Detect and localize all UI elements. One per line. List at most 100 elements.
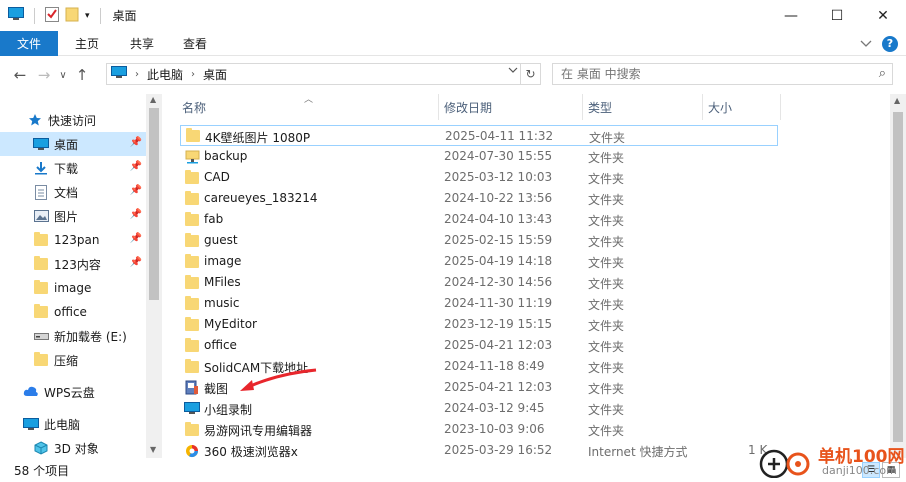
window-icon bbox=[8, 7, 24, 24]
column-divider[interactable] bbox=[582, 94, 583, 120]
nav-documents[interactable]: 文档 📌 bbox=[0, 180, 146, 204]
search-icon: ⌕ bbox=[878, 66, 886, 81]
scroll-up-icon[interactable]: ▲ bbox=[150, 95, 156, 104]
file-row[interactable]: backup 2024-07-30 15:55 文件夹 bbox=[180, 146, 778, 167]
folder-icon bbox=[184, 316, 200, 332]
search-input[interactable] bbox=[561, 67, 861, 81]
new-folder-icon[interactable] bbox=[65, 6, 79, 25]
breadcrumb-desktop[interactable]: 桌面 bbox=[203, 66, 227, 83]
file-row[interactable]: image 2025-04-19 14:18 文件夹 bbox=[180, 251, 778, 272]
nav-this-pc[interactable]: 此电脑 bbox=[0, 412, 146, 436]
nav-pictures[interactable]: 图片 📌 bbox=[0, 204, 146, 228]
column-divider[interactable] bbox=[780, 94, 781, 120]
file-date: 2024-07-30 15:55 bbox=[444, 149, 553, 163]
scroll-down-icon[interactable]: ▼ bbox=[150, 445, 156, 454]
folder-icon bbox=[184, 295, 200, 311]
file-date: 2025-04-21 12:03 bbox=[444, 338, 553, 352]
recent-locations-button[interactable]: ∨ bbox=[56, 70, 70, 81]
file-row[interactable]: 360 极速浏览器x 2025-03-29 16:52 Internet 快捷方… bbox=[180, 440, 778, 458]
nav-wps-cloud[interactable]: WPS云盘 bbox=[0, 380, 146, 404]
file-row[interactable]: 小组录制 2024-03-12 9:45 文件夹 bbox=[180, 398, 778, 419]
column-header-type[interactable]: 类型 bbox=[588, 94, 700, 120]
file-list-scrollbar[interactable]: ▲ bbox=[890, 94, 906, 458]
column-header-date[interactable]: 修改日期 bbox=[444, 94, 580, 120]
nav-image[interactable]: image bbox=[0, 276, 146, 300]
scrollbar-thumb[interactable] bbox=[149, 108, 159, 300]
nav-label: 3D 对象 bbox=[54, 441, 99, 456]
nav-quick-access[interactable]: 快速访问 bbox=[0, 108, 146, 132]
nav-compress[interactable]: 压缩 bbox=[0, 348, 146, 372]
nav-label: 123内容 bbox=[54, 257, 101, 272]
file-row[interactable]: MFiles 2024-12-30 14:56 文件夹 bbox=[180, 272, 778, 293]
file-row[interactable]: guest 2025-02-15 15:59 文件夹 bbox=[180, 230, 778, 251]
folder-icon bbox=[184, 169, 200, 185]
nav-123content[interactable]: 123内容 📌 bbox=[0, 252, 146, 276]
nav-label: 快速访问 bbox=[48, 113, 97, 128]
computer-icon bbox=[111, 66, 127, 82]
nav-desktop[interactable]: 桌面 📌 bbox=[0, 132, 146, 156]
forward-button[interactable]: → bbox=[32, 66, 56, 84]
maximize-button[interactable]: ☐ bbox=[814, 0, 860, 31]
address-dropdown-icon[interactable] bbox=[508, 66, 518, 77]
nav-office[interactable]: office bbox=[0, 300, 146, 324]
file-row[interactable]: fab 2024-04-10 13:43 文件夹 bbox=[180, 209, 778, 230]
nav-label: 压缩 bbox=[54, 353, 79, 368]
monitor-folder-icon bbox=[184, 402, 200, 416]
file-type: 文件夹 bbox=[588, 382, 625, 396]
file-row[interactable]: careueyes_183214 2024-10-22 13:56 文件夹 bbox=[180, 188, 778, 209]
column-header-size[interactable]: 大小 bbox=[708, 94, 778, 120]
nav-label: 新加载卷 (E:) bbox=[54, 329, 127, 344]
file-row[interactable]: MyEditor 2023-12-19 15:15 文件夹 bbox=[180, 314, 778, 335]
file-name: 截图 bbox=[204, 382, 229, 396]
folder-icon bbox=[184, 337, 200, 353]
chevron-down-icon[interactable] bbox=[860, 37, 872, 51]
nav-drive-e[interactable]: 新加载卷 (E:) bbox=[0, 324, 146, 348]
refresh-button[interactable]: ↻ bbox=[521, 63, 541, 85]
customize-toolbar-icon[interactable]: ▾ bbox=[85, 11, 90, 21]
desktop-icon bbox=[32, 136, 50, 152]
search-box[interactable]: ⌕ bbox=[552, 63, 893, 85]
nav-123pan[interactable]: 123pan 📌 bbox=[0, 228, 146, 252]
navigation-pane: 快速访问 桌面 📌 下载 📌 文档 📌 图片 📌 123pan 📌 123内容 … bbox=[0, 94, 162, 458]
file-row[interactable]: 4K壁纸图片 1080P 2025-04-11 11:32 文件夹 bbox=[180, 125, 778, 146]
file-row[interactable]: 易游网讯专用编辑器 2023-10-03 9:06 文件夹 bbox=[180, 419, 778, 440]
scroll-up-icon[interactable]: ▲ bbox=[894, 96, 900, 105]
address-bar[interactable]: › 此电脑 › 桌面 bbox=[106, 63, 521, 85]
file-name: 小组录制 bbox=[204, 403, 253, 417]
quick-access-toolbar: ▾ bbox=[0, 6, 105, 25]
file-list: 名称 ︿ 修改日期 类型 大小 4K壁纸图片 1080P 2025-04-11 … bbox=[170, 94, 890, 458]
file-date: 2025-03-12 10:03 bbox=[444, 170, 553, 184]
nav-downloads[interactable]: 下载 📌 bbox=[0, 156, 146, 180]
tab-file[interactable]: 文件 bbox=[0, 30, 58, 56]
file-row[interactable]: CAD 2025-03-12 10:03 文件夹 bbox=[180, 167, 778, 188]
minimize-button[interactable]: — bbox=[768, 0, 814, 31]
folder-icon bbox=[32, 280, 50, 296]
back-button[interactable]: ← bbox=[8, 66, 32, 84]
tab-home[interactable]: 主页 bbox=[58, 31, 116, 56]
file-date: 2023-12-19 15:15 bbox=[444, 317, 553, 331]
tab-view[interactable]: 查看 bbox=[168, 31, 222, 56]
watermark-logo-icon bbox=[759, 449, 810, 478]
nav-3d-objects[interactable]: 3D 对象 bbox=[0, 436, 146, 458]
up-button[interactable]: ↑ bbox=[70, 66, 94, 84]
column-divider[interactable] bbox=[702, 94, 703, 120]
scrollbar-thumb[interactable] bbox=[893, 112, 903, 442]
tab-share[interactable]: 共享 bbox=[116, 31, 168, 56]
folder-icon bbox=[32, 256, 50, 272]
nav-label: 此电脑 bbox=[44, 417, 81, 432]
column-divider[interactable] bbox=[438, 94, 439, 120]
navigation-scrollbar[interactable]: ▲ ▼ bbox=[146, 94, 162, 458]
properties-icon[interactable] bbox=[45, 6, 59, 25]
file-row[interactable]: music 2024-11-30 11:19 文件夹 bbox=[180, 293, 778, 314]
file-name: guest bbox=[204, 233, 238, 247]
file-name: 易游网讯专用编辑器 bbox=[204, 424, 313, 438]
help-button[interactable]: ? bbox=[882, 35, 898, 52]
folder-icon bbox=[184, 274, 200, 290]
nav-label: 文档 bbox=[54, 185, 79, 200]
file-type: 文件夹 bbox=[588, 235, 625, 249]
close-button[interactable]: ✕ bbox=[860, 0, 906, 31]
breadcrumb-this-pc[interactable]: 此电脑 bbox=[147, 66, 183, 83]
column-type-label: 类型 bbox=[588, 100, 613, 115]
pin-icon: 📌 bbox=[129, 209, 142, 220]
file-row[interactable]: office 2025-04-21 12:03 文件夹 bbox=[180, 335, 778, 356]
